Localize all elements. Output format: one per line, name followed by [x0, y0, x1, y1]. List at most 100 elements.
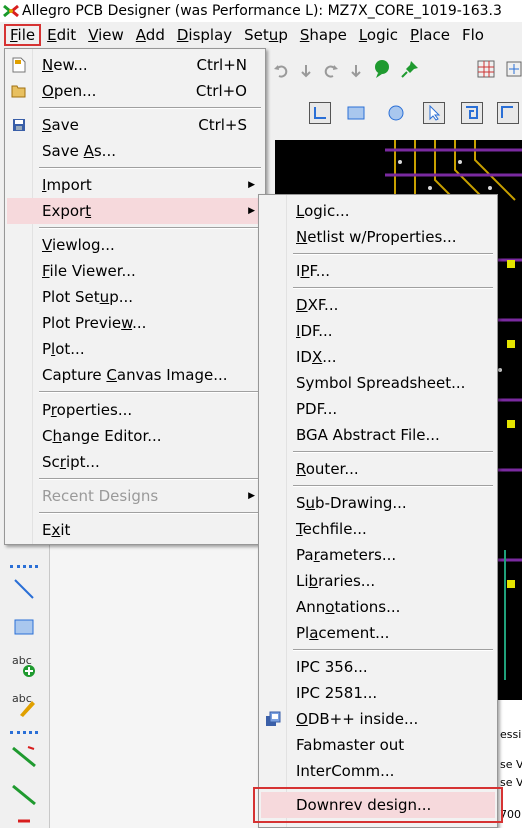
odb-inside-icon: [265, 711, 281, 727]
menu-item-libraries[interactable]: Libraries...: [261, 568, 495, 594]
menu-item-ipf[interactable]: IPF...: [261, 258, 495, 284]
menu-separator: [39, 512, 261, 514]
menu-separator: [293, 253, 493, 255]
corner-shape-icon[interactable]: [309, 102, 331, 124]
menu-separator: [39, 107, 261, 109]
menu-item-idf[interactable]: IDF...: [261, 318, 495, 344]
menu-display[interactable]: Display: [171, 24, 238, 46]
undo-icon[interactable]: [270, 60, 292, 82]
menu-item-file-viewer[interactable]: File Viewer...: [7, 258, 263, 284]
menu-item-pdf[interactable]: PDF...: [261, 396, 495, 422]
balloon-icon[interactable]: [371, 58, 393, 80]
menu-bar: File Edit View Add Display Setup Shape L…: [0, 22, 522, 48]
menu-separator: [39, 478, 261, 480]
menu-separator: [39, 391, 261, 393]
menu-item-symbol-spreadsheet[interactable]: Symbol Spreadsheet...: [261, 370, 495, 396]
menu-item-plot-setup[interactable]: Plot Setup...: [7, 284, 263, 310]
menu-edit[interactable]: Edit: [41, 24, 82, 46]
menu-add[interactable]: Add: [130, 24, 171, 46]
save-disk-icon: [11, 117, 27, 133]
menu-item-parameters[interactable]: Parameters...: [261, 542, 495, 568]
layers-icon[interactable]: [503, 58, 522, 80]
allegro-logo-icon: [0, 0, 22, 22]
menu-place[interactable]: Place: [404, 24, 456, 46]
menu-separator: [293, 787, 493, 789]
menu-separator: [293, 451, 493, 453]
toolbar-grip[interactable]: [10, 731, 38, 734]
menu-item-ipc-2581[interactable]: IPC 2581...: [261, 680, 495, 706]
menu-item-save[interactable]: Save Ctrl+S: [7, 112, 263, 138]
menu-item-change-editor[interactable]: Change Editor...: [7, 423, 263, 449]
menu-item-exit[interactable]: Exit: [7, 517, 263, 543]
new-file-icon: [11, 57, 27, 73]
menu-view[interactable]: View: [82, 24, 130, 46]
redo-icon[interactable]: [320, 60, 342, 82]
menu-setup[interactable]: Setup: [238, 24, 294, 46]
shape-edit-icon[interactable]: [497, 102, 519, 124]
menu-shape[interactable]: Shape: [294, 24, 353, 46]
menu-item-capture-canvas[interactable]: Capture Canvas Image...: [7, 362, 263, 388]
route-icon[interactable]: [8, 741, 40, 773]
menu-item-open[interactable]: Open... Ctrl+O: [7, 78, 263, 104]
svg-text:abc: abc: [12, 692, 32, 705]
shortcut: Ctrl+O: [195, 82, 247, 100]
menu-separator: [39, 227, 261, 229]
shortcut: Ctrl+S: [198, 116, 247, 134]
edit-text-icon[interactable]: abc: [8, 687, 40, 719]
menu-item-ipc-356[interactable]: IPC 356...: [261, 654, 495, 680]
rectangle-icon[interactable]: [345, 102, 367, 124]
arrow-down-icon[interactable]: [295, 60, 317, 82]
menu-separator: [293, 485, 493, 487]
menu-item-import[interactable]: Import ▶: [7, 172, 263, 198]
menu-item-export[interactable]: Export ▶: [7, 198, 263, 224]
menu-file[interactable]: File: [4, 24, 42, 46]
menu-item-downrev-design[interactable]: Downrev design...: [261, 792, 495, 818]
menu-item-netlist[interactable]: Netlist w/Properties...: [261, 224, 495, 250]
menu-item-dxf[interactable]: DXF...: [261, 292, 495, 318]
shape-edit-icon[interactable]: [461, 102, 483, 124]
menu-item-recent-designs[interactable]: Recent Designs ▶: [7, 483, 263, 509]
log-line: 700: [500, 808, 521, 821]
menu-item-placement[interactable]: Placement...: [261, 620, 495, 646]
title-bar: Allegro PCB Designer (was Performance L)…: [0, 0, 522, 22]
toolbar-grip[interactable]: [10, 565, 38, 568]
shortcut: Ctrl+N: [196, 56, 247, 74]
circle-icon[interactable]: [385, 102, 407, 124]
menu-item-plot-preview[interactable]: Plot Preview...: [7, 310, 263, 336]
menu-item-sub-drawing[interactable]: Sub-Drawing...: [261, 490, 495, 516]
submenu-arrow-icon: ▶: [248, 180, 255, 190]
route-icon[interactable]: [8, 813, 40, 827]
menu-item-new[interactable]: New... Ctrl+N: [7, 52, 263, 78]
menu-item-save-as[interactable]: Save As...: [7, 138, 263, 164]
route-icon[interactable]: [8, 779, 40, 811]
menu-item-odb-inside[interactable]: ODB++ inside...: [261, 706, 495, 732]
select-cursor-icon[interactable]: [423, 102, 445, 124]
window-title: Allegro PCB Designer (was Performance L)…: [22, 3, 502, 19]
open-folder-icon: [11, 83, 27, 99]
add-text-icon[interactable]: abc: [8, 649, 40, 681]
menu-item-plot[interactable]: Plot...: [7, 336, 263, 362]
export-submenu: Logic... Netlist w/Properties... IPF... …: [258, 194, 498, 828]
menu-item-router[interactable]: Router...: [261, 456, 495, 482]
line-tool-icon[interactable]: [8, 573, 40, 605]
menu-item-properties[interactable]: Properties...: [7, 397, 263, 423]
menu-item-annotations[interactable]: Annotations...: [261, 594, 495, 620]
menu-item-logic[interactable]: Logic...: [261, 198, 495, 224]
submenu-arrow-icon: ▶: [248, 206, 255, 216]
menu-item-viewlog[interactable]: Viewlog...: [7, 232, 263, 258]
menu-item-techfile[interactable]: Techfile...: [261, 516, 495, 542]
menu-item-fabmaster-out[interactable]: Fabmaster out: [261, 732, 495, 758]
menu-flow[interactable]: Flo: [456, 24, 490, 46]
menu-item-intercomm[interactable]: InterComm...: [261, 758, 495, 784]
grid-icon[interactable]: [475, 58, 497, 80]
rectangle-tool-icon[interactable]: [8, 611, 40, 643]
left-toolbar: abc abc: [0, 545, 50, 828]
menu-item-bga-abstract[interactable]: BGA Abstract File...: [261, 422, 495, 448]
log-line: se V: [500, 758, 522, 771]
arrow-down-icon[interactable]: [345, 60, 367, 82]
menu-item-script[interactable]: Script...: [7, 449, 263, 475]
menu-item-idx[interactable]: IDX...: [261, 344, 495, 370]
pin-icon[interactable]: [399, 58, 421, 80]
submenu-arrow-icon: ▶: [248, 491, 255, 501]
menu-logic[interactable]: Logic: [353, 24, 404, 46]
